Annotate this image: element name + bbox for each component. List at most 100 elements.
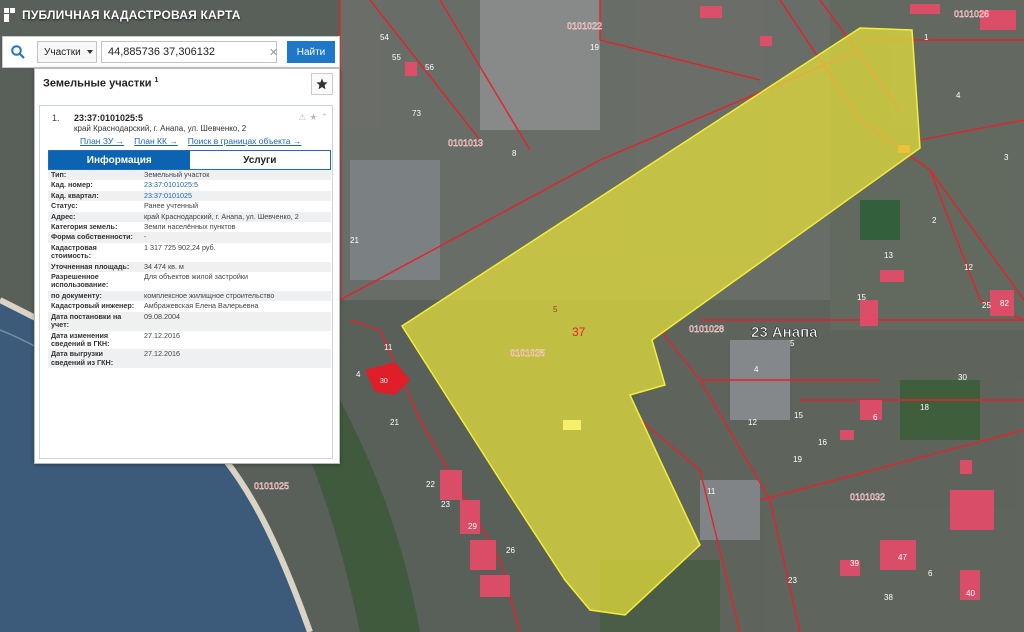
parcel-number: 11 <box>384 343 393 352</box>
attribute-key: Кадастровый инженер: <box>51 301 135 311</box>
find-button[interactable]: Найти <box>287 41 335 63</box>
attribute-key: Форма собственности: <box>48 232 141 243</box>
quarter-label-0101013: 0101013 <box>448 138 483 148</box>
attribute-key: Адрес: <box>48 211 141 223</box>
attribute-key: Кад. номер: <box>51 180 93 190</box>
attribute-value: 27.12.2016 <box>141 349 331 369</box>
parcel-number: 25 <box>982 301 991 310</box>
chevron-down-icon <box>86 50 93 54</box>
attribute-value: - <box>141 232 331 243</box>
parcel-number: 38 <box>884 593 893 602</box>
panel-title-text: Земельные участки <box>43 77 152 90</box>
attribute-value: Для объектов жилой застройки <box>144 272 249 282</box>
attribute-row: Кад. номер: 23:37:0101025:5 <box>48 180 331 190</box>
parcel-number: 26 <box>506 546 515 555</box>
attribute-value: 1 317 725 902,24 руб. <box>144 242 216 252</box>
parcel-number: 23 <box>788 576 797 585</box>
quarter-label-0101026: 0101026 <box>954 9 989 19</box>
result-address: край Краснодарский, г. Анапа, ул. Шевчен… <box>74 124 247 133</box>
favorite-button[interactable] <box>311 73 333 95</box>
attribute-key: Уточненная площадь: <box>48 261 141 273</box>
tab-information[interactable]: Информация <box>49 151 190 169</box>
parcel-number: 1 <box>924 33 929 42</box>
search-input[interactable] <box>101 41 277 63</box>
attribute-value[interactable]: 23:37:0101025:5 <box>141 180 331 190</box>
plan-kk-link[interactable]: План КК → <box>134 136 178 146</box>
parcel-number: 6 <box>928 569 933 578</box>
result-cad-number[interactable]: 23:37:0101025:5 <box>74 113 143 123</box>
parcel-number: 56 <box>425 63 434 72</box>
parcel-number: 22 <box>426 480 435 489</box>
attribute-key: Статус: <box>51 201 78 211</box>
clear-icon[interactable]: ✕ <box>269 46 278 59</box>
panel-count: 1 <box>154 77 159 84</box>
quarter-label-0101025-b: 0101025 <box>254 481 289 491</box>
attribute-row: Дата постановки на учет: 09.08.2004 <box>48 311 331 331</box>
parcel-label-37: 37 <box>572 325 586 339</box>
attribute-row: Дата выгрузки сведений из ГКН: 27.12.2016 <box>48 349 331 369</box>
attribute-row: Статус: Ранее учтенный <box>48 201 331 211</box>
parcel-number: 15 <box>794 411 803 420</box>
parcel-number: 13 <box>884 251 893 260</box>
parcel-number: 6 <box>873 413 878 422</box>
parcel-number: 4 <box>754 365 759 374</box>
parcel-number: 40 <box>966 589 975 598</box>
quarter-label-0101022: 0101022 <box>567 21 602 31</box>
parcel-number: 15 <box>857 293 866 302</box>
tab-services[interactable]: Услуги <box>189 151 330 169</box>
parcel-number: 47 <box>898 553 907 562</box>
attribute-row: Тип: Земельный участок <box>48 170 331 181</box>
attribute-key: Кадастровая стоимость: <box>51 242 97 261</box>
app-title: ПУБЛИЧНАЯ КАДАСТРОВАЯ КАРТА <box>4 8 241 22</box>
attribute-row: Уточненная площадь: 34 474 кв. м <box>48 261 331 273</box>
attribute-value[interactable]: 23:37:0101025 <box>141 190 331 202</box>
attribute-value: 09.08.2004 <box>141 311 331 331</box>
search-in-bounds-link[interactable]: Поиск в границах объекта → <box>188 136 302 146</box>
app-title-text: ПУБЛИЧНАЯ КАДАСТРОВАЯ КАРТА <box>22 8 241 22</box>
parcel-number: 4 <box>356 370 361 379</box>
attribute-row: Адрес: край Краснодарский, г. Анапа, ул. … <box>48 211 331 223</box>
attribute-key: Дата постановки на учет: <box>48 311 141 331</box>
parcel-number: 12 <box>964 263 973 272</box>
attribute-row: Разрешенное использование: Для объектов ж… <box>48 272 331 291</box>
attribute-value: 27.12.2016 <box>144 330 180 340</box>
parcel-number: 2 <box>932 216 937 225</box>
parcel-number: 18 <box>920 403 929 412</box>
attribute-row: Кад. квартал: 23:37:0101025 <box>48 190 331 202</box>
search-type-select[interactable]: Участки <box>37 41 97 63</box>
attribute-row: по документу: комплексное жилищное строит… <box>48 290 331 302</box>
attributes-table: Тип: Земельный участок Кад. номер: 23:37:01… <box>48 170 331 369</box>
parcel-number: 54 <box>380 33 389 42</box>
search-icon[interactable] <box>3 37 33 67</box>
parcel-number: 55 <box>392 53 401 62</box>
parcel-number: 30 <box>958 373 967 382</box>
attribute-value: 34 474 кв. м <box>141 261 331 273</box>
parcel-number: 21 <box>350 236 359 245</box>
parcel-number: 8 <box>512 149 517 158</box>
attribute-row: Категория земель: Земли населённых пункто… <box>48 222 331 232</box>
parcel-marker <box>898 145 910 153</box>
attribute-value: Земельный участок <box>141 170 331 181</box>
star-outline-icon[interactable]: ★ <box>309 112 317 123</box>
parcel-number: 29 <box>468 522 477 531</box>
parcel-label-5: 5 <box>553 305 558 314</box>
plan-zu-link[interactable]: План ЗУ → <box>80 136 124 146</box>
search-type-value: Участки <box>44 46 81 58</box>
parcel-number: 23 <box>441 500 450 509</box>
star-icon <box>316 78 328 90</box>
parcel-number: 21 <box>390 418 399 427</box>
parcel-number: 5 <box>790 339 795 348</box>
attribute-row: Кадастровый инженер: Амбражевская Елена В… <box>48 301 331 311</box>
quarter-label-0101032: 0101032 <box>850 492 885 502</box>
result-index: 1. <box>52 113 60 123</box>
attribute-value: Земли населённых пунктов <box>144 222 236 232</box>
parcel-marker-2 <box>563 420 581 430</box>
parcel-number: 4 <box>956 91 961 100</box>
warning-icon[interactable]: ⚠ <box>298 112 306 123</box>
parcel-number: 12 <box>748 418 757 427</box>
attribute-key: Разрешенное использование: <box>51 272 109 290</box>
attribute-key: по документу: <box>48 290 141 302</box>
attribute-value: комплексное жилищное строительство <box>141 290 331 302</box>
panel-title: Земельные участки 1 <box>43 77 158 90</box>
chevron-up-icon[interactable]: ⌃ <box>320 112 328 123</box>
